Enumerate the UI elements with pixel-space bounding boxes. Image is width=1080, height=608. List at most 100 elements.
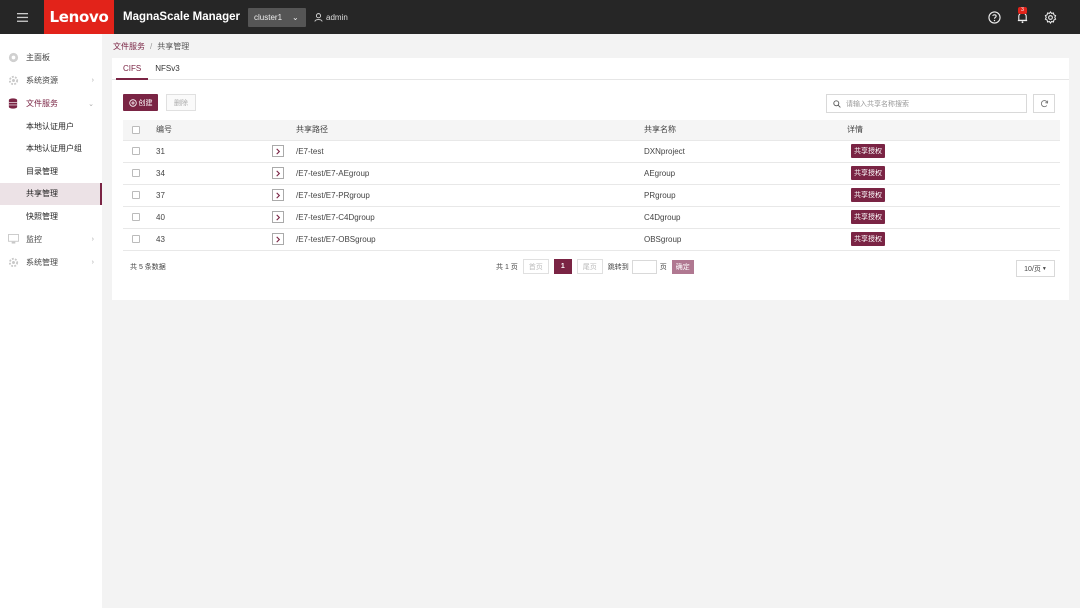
page-number-button[interactable]: 1 [553,259,572,274]
user-name: admin [326,12,348,22]
sidebar-subitem-local-groups[interactable]: 本地认证用户组 [0,138,102,161]
row-name: DXNproject [644,140,847,163]
expand-row-button[interactable] [272,145,284,157]
expand-row-button[interactable] [272,233,284,245]
row-path: /E7-test/E7-PRgroup [296,184,644,207]
breadcrumb-parent-link[interactable]: 文件服务 [113,42,145,51]
help-icon [987,10,1001,24]
pagination: 共 1 页 首页 1 尾页 跳转到 页 确定 [496,259,694,274]
row-checkbox[interactable] [132,169,140,178]
row-id: 34 [156,162,272,185]
row-name: AEgroup [644,162,847,185]
sidebar: 主面板 系统资源 › 文件服务 ⌄ 本地认证用户 本地认证用户组 目录管理 共享… [0,34,102,608]
table-header-row: 编号 共享路径 共享名称 详情 [123,120,1060,141]
sidebar-item-file-service[interactable]: 文件服务 ⌄ [0,92,102,115]
chevron-right-icon: › [91,77,94,84]
expand-row-button[interactable] [272,167,284,179]
row-checkbox[interactable] [132,213,140,222]
table-row: 34 /E7-test/E7-AEgroup AEgroup 共享授权 [123,162,1060,185]
sidebar-item-dashboard[interactable]: 主面板 [0,46,102,69]
total-count: 共 5 条数据 [130,264,166,271]
sidebar-item-label: 监控 [26,234,42,244]
row-path: /E7-test/E7-C4Dgroup [296,206,644,229]
row-checkbox[interactable] [132,235,140,244]
row-checkbox-cell [123,228,156,251]
row-expand-cell [272,184,296,207]
chevron-right-icon [276,191,281,199]
caret-down-icon: ▼ [1041,265,1047,272]
create-button-label: 创建 [138,99,153,107]
row-checkbox-cell [123,162,156,185]
expand-row-button[interactable] [272,189,284,201]
resource-icon [7,75,19,87]
sidebar-subitem-directory[interactable]: 目录管理 [0,160,102,183]
page-size-value: 10/页 [1024,265,1041,273]
settings-button[interactable] [1036,0,1064,34]
search-input[interactable]: 请输入共享名称搜索 [826,94,1027,113]
sidebar-subitem-local-users[interactable]: 本地认证用户 [0,115,102,138]
hamburger-icon [16,12,28,22]
first-page-button[interactable]: 首页 [522,259,549,274]
row-name: C4Dgroup [644,206,847,229]
jump-page-input[interactable] [631,259,657,274]
table-row: 40 /E7-test/E7-C4Dgroup C4Dgroup 共享授权 [123,206,1060,229]
sidebar-subitem-snapshot[interactable]: 快照管理 [0,205,102,228]
refresh-button[interactable] [1033,94,1055,113]
chevron-down-icon: ⌄ [88,100,94,108]
share-permission-button[interactable]: 共享授权 [851,188,885,202]
chevron-right-icon [276,169,281,177]
help-button[interactable] [980,0,1008,34]
share-panel: CIFS NFSv3 创建 删除 请输入共享名称搜索 编号 共享路径 共享名称 … [112,58,1069,300]
cluster-select-value: cluster1 [254,12,283,22]
sidebar-subitem-share-management[interactable]: 共享管理 [0,182,102,205]
user-menu[interactable]: admin [314,13,348,22]
sidebar-item-monitor[interactable]: 监控 › [0,228,102,251]
row-path: /E7-test [296,140,644,163]
breadcrumb-separator: / [150,42,153,51]
select-all-checkbox[interactable] [132,126,140,135]
sidebar-item-resources[interactable]: 系统资源 › [0,69,102,92]
chevron-down-icon: ⌄ [292,12,299,22]
row-expand-cell [272,228,296,251]
column-header-expand [272,120,296,141]
row-name: PRgroup [644,184,847,207]
tab-nfsv3[interactable]: NFSv3 [148,58,186,80]
refresh-icon [1040,100,1048,108]
sidebar-item-system-management[interactable]: 系统管理 › [0,251,102,274]
chevron-right-icon [276,213,281,221]
row-checkbox-cell [123,206,156,229]
lenovo-logo: Lenovo [44,0,114,34]
share-permission-button[interactable]: 共享授权 [851,144,885,158]
jump-label: 跳转到 [607,263,629,271]
row-checkbox-cell [123,184,156,207]
row-checkbox-cell [123,140,156,163]
row-checkbox[interactable] [132,191,140,200]
row-checkbox[interactable] [132,147,140,156]
page-unit-label: 页 [659,263,667,271]
last-page-button[interactable]: 尾页 [576,259,603,274]
page-size-select[interactable]: 10/页 ▼ [1016,260,1055,277]
dashboard-icon [7,52,19,64]
row-id: 31 [156,140,272,163]
expand-row-button[interactable] [272,211,284,223]
row-expand-cell [272,206,296,229]
row-detail-cell: 共享授权 [847,162,1060,185]
menu-toggle-button[interactable] [0,0,44,34]
database-icon [7,98,19,110]
share-table: 编号 共享路径 共享名称 详情 31 /E7-test DXNproject 共… [123,120,1060,251]
page-count: 共 1 页 [496,263,518,271]
cluster-select[interactable]: cluster1 ⌄ [248,7,306,27]
sidebar-item-label: 主面板 [26,53,50,62]
create-button[interactable]: 创建 [123,94,158,111]
sidebar-item-label: 系统资源 [26,76,58,85]
share-permission-button[interactable]: 共享授权 [851,210,885,224]
share-permission-button[interactable]: 共享授权 [851,166,885,180]
share-permission-button[interactable]: 共享授权 [851,232,885,246]
jump-confirm-button[interactable]: 确定 [671,259,694,274]
delete-button[interactable]: 删除 [166,94,196,111]
tab-cifs[interactable]: CIFS [116,58,149,80]
row-path: /E7-test/E7-AEgroup [296,162,644,185]
row-id: 43 [156,228,272,251]
notification-button[interactable]: 3 [1008,0,1036,34]
column-header-path: 共享路径 [296,120,644,141]
